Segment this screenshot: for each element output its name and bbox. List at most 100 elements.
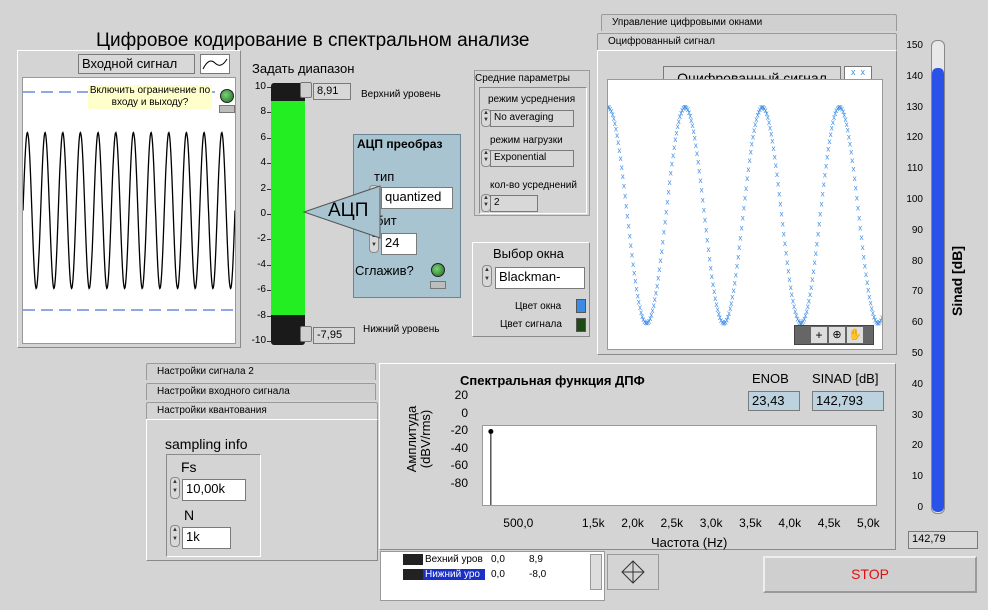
tab-input-settings[interactable]: Настройки входного сигнала (146, 383, 376, 400)
limit-toggle[interactable] (220, 89, 234, 103)
input-signal-line (22, 131, 236, 290)
legend-row[interactable]: Вехний уров 0,0 8,9 (403, 554, 569, 568)
enob-value: 23,43 (748, 391, 800, 411)
lower-thumb[interactable] (300, 326, 312, 342)
pan-hand-icon[interactable]: ✋ (847, 327, 863, 343)
gauge-tick: 80 (911, 255, 923, 267)
avg-title: Средние параметры (475, 73, 570, 84)
tab-quantization-settings[interactable]: Настройки квантования (146, 402, 378, 419)
digitized-point: x (620, 163, 624, 172)
window-spin[interactable]: ▲ ▼ (482, 265, 492, 287)
spectrum-plot[interactable] (482, 425, 877, 506)
navigator-icon (621, 560, 645, 584)
digitized-point: x (661, 237, 665, 246)
spectrum-ytick: -40 (450, 440, 468, 455)
sinad-value: 142,793 (812, 391, 884, 411)
spectrum-xtick: 500,0 (503, 516, 534, 530)
n-field[interactable]: 1k (182, 527, 231, 549)
digitized-point: x (665, 198, 669, 207)
crosshair-icon[interactable]: + (811, 327, 827, 343)
fs-field[interactable]: 10,00k (182, 479, 246, 501)
tab-digitized-signal[interactable]: Оцифрованный сигнал (597, 33, 897, 50)
smooth-toggle-base (430, 281, 446, 289)
avg-inner: режим усреднения ▲ ▼ No averaging режим н… (479, 87, 587, 214)
navigator-button[interactable] (607, 554, 659, 590)
lower-level-label: Нижний уровень (363, 324, 440, 335)
input-signal-legend-icon (200, 54, 230, 74)
digitized-point: x (854, 184, 858, 193)
gauge-tick: 70 (911, 286, 923, 298)
sinad-label: SINAD [dB] (812, 371, 879, 386)
spectrum-ytick: 20 (454, 388, 468, 402)
input-signal-panel: Входной сигнал Включить ограничение по в… (17, 50, 241, 348)
input-signal-plot[interactable] (22, 77, 236, 344)
signal-color-swatch[interactable] (576, 318, 586, 332)
digitized-point: x (825, 153, 829, 162)
digitized-point: x (657, 265, 661, 274)
stop-button[interactable]: STOP (763, 556, 977, 593)
spectrum-xtick: 1,5k (581, 516, 605, 530)
adc-type-label: тип (374, 169, 395, 184)
digitized-point: x (659, 256, 663, 265)
fs-spin[interactable]: ▲ ▼ (170, 477, 180, 499)
gauge-tick: 150 (906, 40, 923, 51)
digitized-point: x (853, 174, 857, 183)
digitized-point: x (740, 224, 744, 233)
digitized-point: x (816, 230, 820, 239)
digitized-point: x (744, 184, 748, 193)
digitized-point: x (628, 231, 632, 240)
digitized-plot[interactable]: xxxxxxxxxxxxxxxxxxxxxxxxxxxxxxxxxxxxxxxx… (606, 79, 884, 350)
legend-scrollbar[interactable] (590, 554, 602, 590)
digitized-point: x (858, 223, 862, 232)
digitized-point: x (749, 148, 753, 157)
avg-mode-field[interactable]: No averaging (490, 110, 574, 127)
window-color-label: Цвет окна (515, 301, 562, 312)
digitized-point: x (663, 218, 667, 227)
gauge-tick: 60 (911, 317, 923, 329)
digitized-point: x (668, 178, 672, 187)
legend-table: Вехний уров 0,0 8,9 Нижний уро 0,0 -8,0 (380, 551, 605, 601)
range-tick: 6 (260, 131, 266, 143)
digitized-point: x (778, 199, 782, 208)
digitized-point: x (777, 189, 781, 198)
fs-label: Fs (181, 459, 197, 475)
gauge-tick: 50 (911, 348, 923, 359)
window-field[interactable]: Blackman- (495, 267, 585, 289)
gauge-tick: 140 (906, 70, 923, 82)
legend-b: 8,9 (529, 554, 543, 566)
n-spin[interactable]: ▲ ▼ (170, 525, 180, 547)
digitized-point: x (775, 170, 779, 179)
zoom-icon[interactable]: ⊕ (829, 327, 845, 343)
upper-level-value[interactable]: 8,91 (313, 83, 351, 100)
avg-count-field[interactable]: 2 (490, 195, 538, 212)
limit-label: Включить ограничение по входу и выходу? (88, 85, 212, 109)
digitized-point: x (855, 193, 859, 202)
digitized-point: x (818, 210, 822, 219)
digitized-point: x (813, 258, 817, 267)
lower-level-value[interactable]: -7,95 (313, 327, 355, 344)
gauge-tick: 20 (911, 440, 923, 452)
input-signal-label: Входной сигнал (78, 54, 195, 74)
spectrum-peak (488, 429, 494, 435)
range-tick: 2 (260, 182, 266, 194)
legend-row[interactable]: Нижний уро 0,0 -8,0 (403, 569, 569, 583)
avg-load-field[interactable]: Exponential (490, 150, 574, 167)
digitized-point: x (742, 204, 746, 213)
page-title: Цифровое кодирование в спектральном анал… (96, 30, 530, 51)
digitized-point: x (697, 167, 701, 176)
adc-type-field[interactable]: quantized (381, 187, 453, 209)
upper-thumb[interactable] (300, 82, 312, 98)
digitized-point: x (746, 165, 750, 174)
tab-window-control[interactable]: Управление цифровыми окнами (601, 14, 897, 31)
gauge-tick: 100 (906, 194, 923, 205)
digitized-point: x (702, 205, 706, 214)
smooth-toggle[interactable] (431, 263, 445, 277)
digitized-point: x (783, 239, 787, 248)
legend-a: 0,0 (491, 554, 505, 566)
legend-a: 0,0 (491, 569, 505, 581)
digitized-point: x (737, 243, 741, 252)
adc-bits-field[interactable]: 24 (381, 233, 417, 255)
window-color-swatch[interactable] (576, 299, 586, 313)
adc-symbol-label: АЦП (328, 200, 369, 221)
tab-signal-settings-2[interactable]: Настройки сигнала 2 (146, 363, 376, 380)
